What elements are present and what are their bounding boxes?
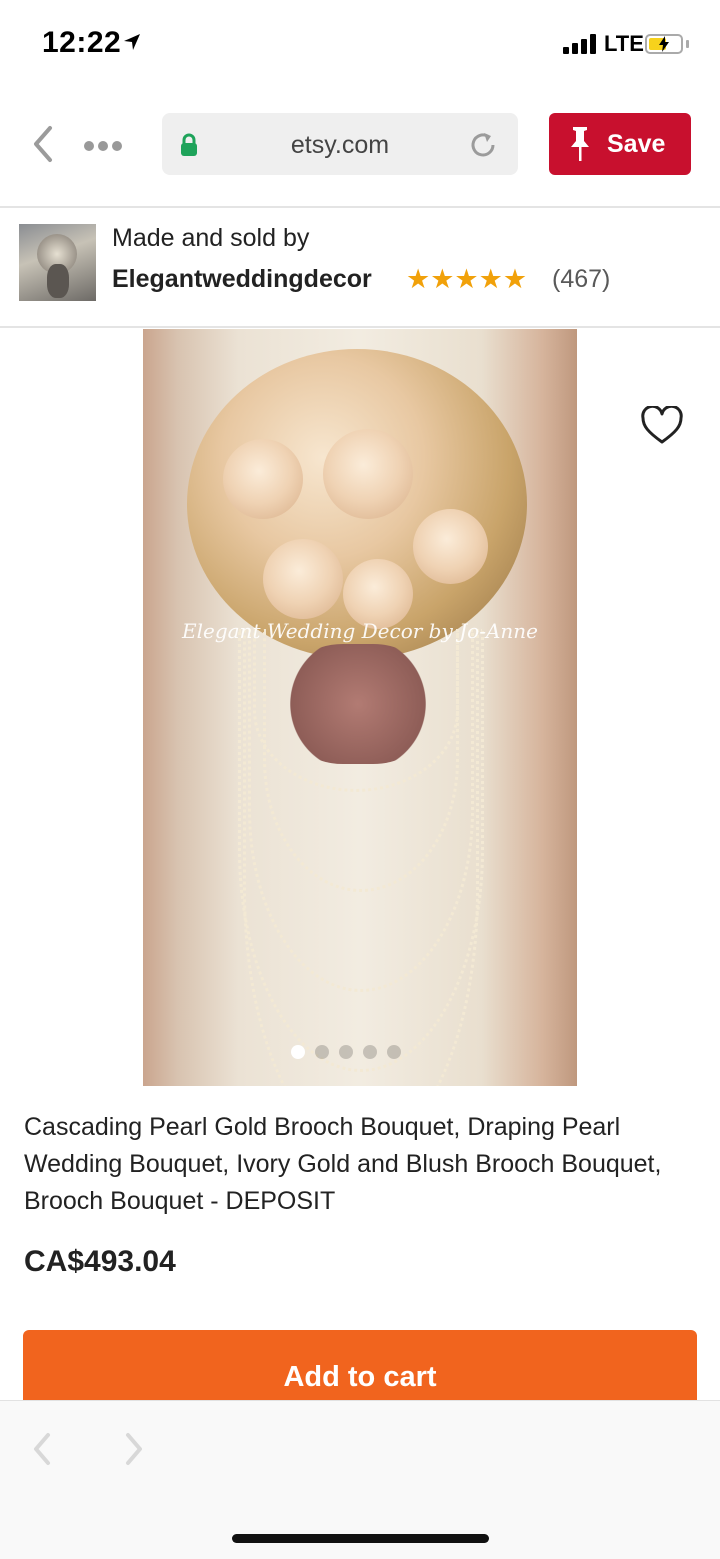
bottom-toolbar bbox=[0, 1400, 720, 1559]
made-by-label: Made and sold by bbox=[112, 224, 310, 252]
status-time: 12:22 bbox=[42, 26, 122, 59]
divider bbox=[0, 206, 720, 208]
more-dots-icon[interactable] bbox=[84, 138, 126, 156]
product-title: Cascading Pearl Gold Brooch Bouquet, Dra… bbox=[24, 1113, 662, 1215]
reload-icon[interactable] bbox=[468, 130, 498, 160]
chevron-left-icon[interactable] bbox=[28, 124, 58, 164]
url-text: etsy.com bbox=[290, 131, 390, 159]
review-count[interactable]: (467) bbox=[552, 265, 610, 294]
home-indicator[interactable] bbox=[232, 1534, 489, 1543]
battery-cap bbox=[686, 40, 689, 48]
battery-icon bbox=[645, 34, 683, 54]
divider bbox=[0, 326, 720, 328]
network-type: LTE bbox=[604, 31, 644, 56]
product-price: CA$493.04 bbox=[24, 1245, 176, 1278]
heart-icon[interactable] bbox=[640, 406, 684, 446]
pin-icon bbox=[571, 127, 589, 161]
rating-stars: ★★★★★ bbox=[406, 264, 528, 294]
shop-avatar[interactable] bbox=[19, 224, 96, 301]
product-image[interactable]: Elegant Wedding Decor by Jo-Anne bbox=[143, 329, 577, 1086]
save-button[interactable]: Save bbox=[549, 113, 691, 175]
save-label: Save bbox=[607, 130, 666, 158]
image-watermark: Elegant Wedding Decor by Jo-Anne bbox=[182, 619, 538, 643]
signal-icon bbox=[563, 34, 597, 54]
location-arrow-icon bbox=[124, 34, 140, 50]
chevron-left-icon[interactable] bbox=[30, 1431, 54, 1467]
chevron-right-icon[interactable] bbox=[122, 1431, 146, 1467]
shop-name-link[interactable]: Elegantweddingdecor bbox=[112, 265, 372, 294]
carousel-dots[interactable] bbox=[291, 1045, 411, 1064]
url-bar[interactable]: etsy.com bbox=[162, 113, 518, 175]
